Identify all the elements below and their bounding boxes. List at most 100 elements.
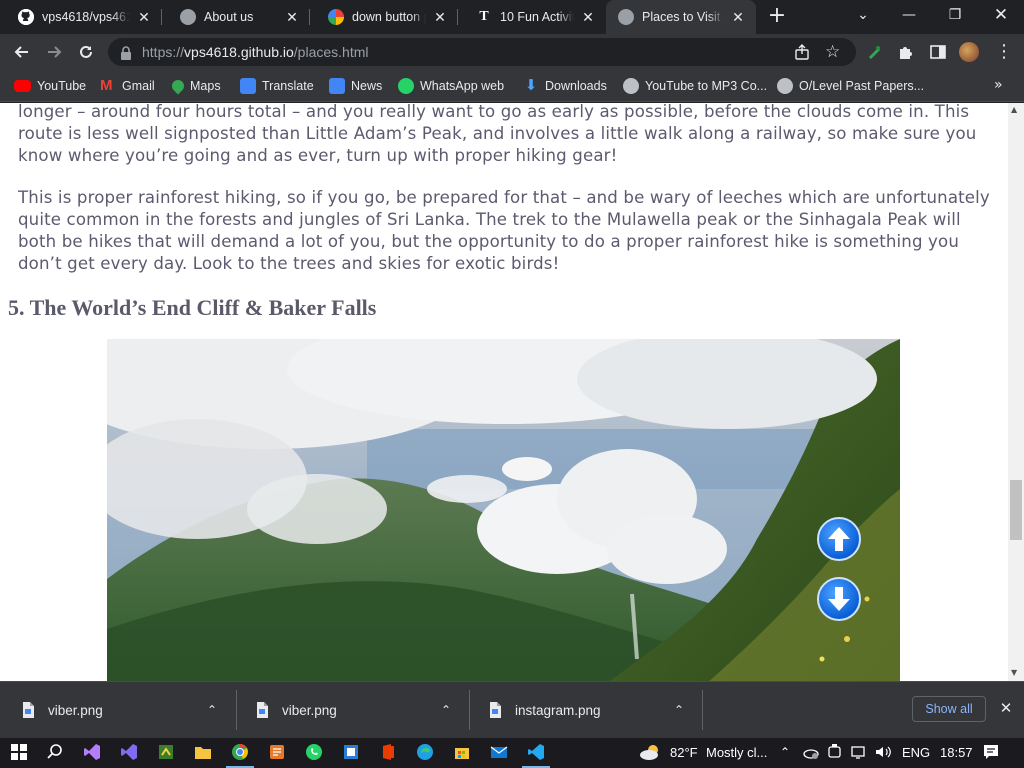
- app-icon[interactable]: [157, 743, 177, 763]
- back-button[interactable]: [8, 38, 36, 66]
- close-icon[interactable]: ✕: [432, 9, 448, 25]
- restore-button[interactable]: ❐: [932, 0, 978, 30]
- download-filename: viber.png: [282, 702, 337, 718]
- close-icon[interactable]: ✕: [284, 9, 300, 25]
- bookmark-maps[interactable]: Maps: [169, 76, 221, 96]
- chevron-up-icon[interactable]: ⌃: [436, 700, 456, 720]
- search-icon[interactable]: [46, 743, 66, 763]
- side-panel-icon[interactable]: [929, 43, 947, 61]
- puzzle-extensions-icon[interactable]: [897, 43, 915, 61]
- close-icon[interactable]: ✕: [730, 9, 746, 25]
- visual-studio-blue-icon[interactable]: [120, 743, 140, 763]
- bookmark-news[interactable]: News: [329, 76, 382, 96]
- forward-button[interactable]: [40, 38, 68, 66]
- download-separator: [702, 690, 703, 730]
- clock-time[interactable]: 18:57: [940, 745, 973, 760]
- profile-avatar[interactable]: [959, 42, 979, 62]
- close-download-shelf-icon[interactable]: ✕: [998, 700, 1014, 716]
- microsoft-store-icon[interactable]: [453, 743, 473, 763]
- bookmark-label: O/Level Past Papers...: [799, 79, 925, 93]
- minimize-button[interactable]: —: [886, 0, 932, 30]
- google-icon: [328, 9, 344, 25]
- volume-icon[interactable]: [874, 743, 894, 763]
- notifications-icon[interactable]: [982, 743, 1002, 763]
- tray-chevron-up-icon[interactable]: ⌃: [780, 745, 790, 759]
- scroll-down-button[interactable]: [817, 577, 861, 621]
- translate-icon: [240, 78, 256, 94]
- cloud-sync-icon[interactable]: [802, 743, 822, 763]
- download-item[interactable]: instagram.png: [489, 690, 601, 730]
- weather-cloud-icon[interactable]: [638, 743, 662, 763]
- show-all-downloads-button[interactable]: Show all: [912, 696, 986, 722]
- chrome-icon[interactable]: [231, 743, 251, 763]
- battery-icon[interactable]: [826, 743, 846, 763]
- download-separator: [469, 690, 470, 730]
- download-icon: ⬇: [524, 77, 538, 94]
- tab-search-chevron-icon[interactable]: ⌄: [840, 0, 886, 30]
- tab-fun-activities[interactable]: T 10 Fun Activities ✕: [458, 0, 606, 34]
- snipping-tool-icon[interactable]: [268, 743, 288, 763]
- file-icon: [490, 702, 501, 718]
- maps-icon: [169, 77, 187, 95]
- tab-title: 10 Fun Activities: [500, 10, 574, 24]
- reload-button[interactable]: [72, 38, 100, 66]
- bookmark-translate[interactable]: Translate: [240, 76, 314, 96]
- bookmark-whatsapp-web[interactable]: WhatsApp web: [398, 76, 504, 96]
- page-scrollbar[interactable]: [1008, 103, 1024, 681]
- tab-github[interactable]: vps4618/vps4618 ✕: [0, 0, 162, 34]
- bookmarks-overflow-chevron-icon[interactable]: »: [994, 77, 1008, 93]
- edge-icon[interactable]: [416, 743, 436, 763]
- article-paragraph: longer – around four hours total – and y…: [18, 103, 977, 165]
- globe-icon: [618, 9, 634, 25]
- vscode-icon[interactable]: [527, 743, 547, 763]
- whatsapp-icon[interactable]: [305, 743, 325, 763]
- url-prefix: https://: [142, 44, 185, 60]
- weather-temperature[interactable]: 82°F: [670, 745, 698, 760]
- file-icon: [257, 702, 268, 718]
- extension-icon[interactable]: [866, 44, 882, 60]
- visual-studio-icon[interactable]: [83, 743, 103, 763]
- scrollbar-thumb[interactable]: [1010, 480, 1022, 540]
- tab-about-us[interactable]: About us ✕: [162, 0, 310, 34]
- menu-kebab-icon[interactable]: ⋮: [995, 42, 1013, 62]
- scroll-up-button[interactable]: [817, 517, 861, 561]
- lock-icon[interactable]: [120, 45, 132, 60]
- file-explorer-icon[interactable]: [194, 743, 214, 763]
- close-icon[interactable]: ✕: [136, 9, 152, 25]
- whatsapp-icon: [398, 78, 414, 94]
- globe-icon: [777, 78, 793, 94]
- app-window-icon[interactable]: [342, 743, 362, 763]
- weather-description[interactable]: Mostly cl...: [706, 745, 767, 760]
- windows-start-icon[interactable]: [10, 743, 30, 763]
- bookmark-star-icon[interactable]: ☆: [825, 43, 843, 61]
- chevron-up-icon[interactable]: ⌃: [669, 700, 689, 720]
- input-language[interactable]: ENG: [902, 745, 930, 760]
- bookmark-label: Gmail: [122, 79, 155, 93]
- youtube-icon: [14, 80, 31, 92]
- github-icon: [18, 9, 34, 25]
- mail-icon[interactable]: [490, 743, 510, 763]
- bookmark-olevel-past-papers[interactable]: O/Level Past Papers...: [777, 76, 924, 96]
- section-heading: 5. The World’s End Cliff & Baker Falls: [8, 295, 377, 320]
- window-close-button[interactable]: ✕: [978, 0, 1024, 30]
- bookmark-gmail[interactable]: M Gmail: [100, 76, 155, 96]
- url-text[interactable]: https://vps4618.github.io/places.html: [142, 44, 369, 60]
- download-item[interactable]: viber.png: [256, 690, 337, 730]
- scroll-up-arrow-icon[interactable]: ▲: [1011, 105, 1017, 114]
- bookmark-label: YouTube: [37, 79, 87, 93]
- bookmark-downloads[interactable]: ⬇ Downloads: [523, 76, 607, 96]
- network-icon[interactable]: [850, 743, 870, 763]
- arrow-down-icon: [828, 587, 850, 611]
- scroll-down-arrow-icon[interactable]: ▼: [1011, 668, 1017, 677]
- close-icon[interactable]: ✕: [580, 9, 596, 25]
- chevron-up-icon[interactable]: ⌃: [202, 700, 222, 720]
- tab-title: Places to Visit for: [642, 10, 724, 24]
- bookmark-youtube[interactable]: YouTube: [14, 76, 86, 96]
- bookmark-youtube-to-mp3[interactable]: YouTube to MP3 Co...: [623, 76, 767, 96]
- download-item[interactable]: viber.png: [22, 690, 103, 730]
- share-icon[interactable]: [794, 44, 810, 60]
- tab-down-button[interactable]: down button png ✕: [310, 0, 458, 34]
- new-tab-button[interactable]: +: [766, 5, 788, 28]
- tab-places-to-visit[interactable]: Places to Visit for ✕: [606, 0, 756, 34]
- office-icon[interactable]: [379, 743, 399, 763]
